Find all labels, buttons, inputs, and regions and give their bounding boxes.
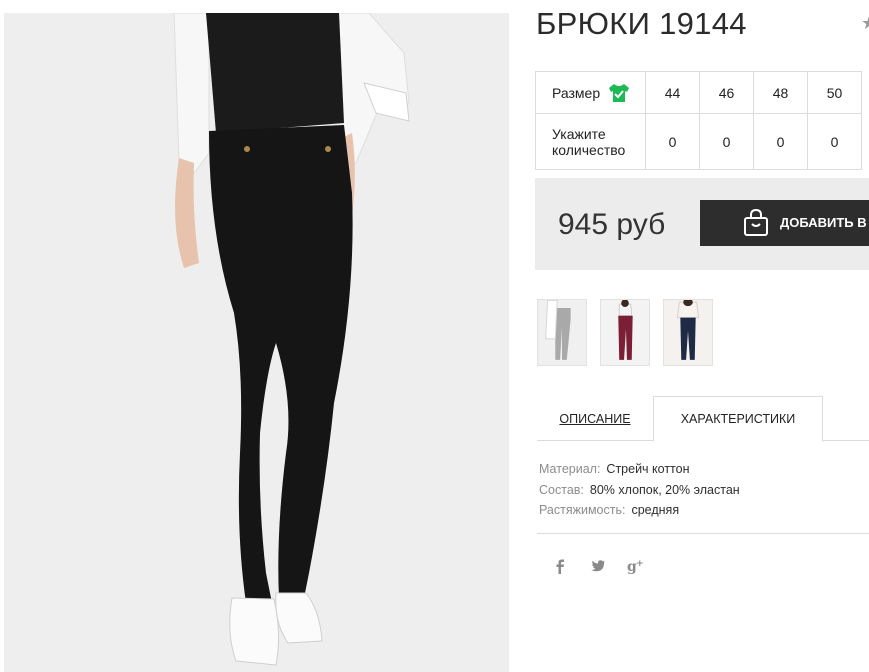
spec-key: Состав:	[539, 482, 584, 497]
thumb-burgundy-pants[interactable]	[600, 299, 650, 366]
size-option-50[interactable]: 50	[807, 71, 862, 114]
green-shirt-check-icon[interactable]	[608, 83, 630, 103]
spec-key: Материал:	[539, 462, 601, 476]
price: 945 руб	[558, 208, 666, 241]
size-label: Размер	[552, 84, 601, 101]
thumb-navy-pants[interactable]	[663, 299, 713, 366]
add-to-cart-label: ДОБАВИТЬ В З	[780, 215, 869, 230]
burgundy-pants-image	[601, 300, 649, 365]
color-variant-thumbnails	[537, 299, 713, 366]
spec-value: 80% хлопок, 20% эластан	[589, 482, 740, 497]
grey-pants-image	[538, 300, 586, 365]
model-in-black-pants-image	[4, 13, 509, 672]
shopping-bag-icon	[744, 209, 768, 236]
tab-description[interactable]: ОПИСАНИЕ	[537, 396, 653, 441]
spec-material: Материал: Стрейч коттон	[539, 459, 740, 480]
spec-stretch: Растяжимость: средняя	[539, 500, 740, 521]
quantity-row: Укажите количество 0 0 0 0	[535, 113, 862, 170]
navy-pants-image	[664, 300, 712, 365]
quantity-input-50[interactable]: 0	[807, 113, 862, 170]
quantity-input-48[interactable]: 0	[753, 113, 808, 170]
quantity-header-cell: Укажите количество	[535, 113, 646, 170]
size-option-48[interactable]: 48	[753, 71, 808, 114]
quantity-input-44[interactable]: 0	[645, 113, 700, 170]
svg-text:+: +	[636, 559, 644, 569]
tab-characteristics[interactable]: ХАРАКТЕРИСТИКИ	[653, 396, 823, 442]
twitter-icon[interactable]	[589, 557, 607, 575]
spec-composition: Состав: 80% хлопок, 20% эластан	[539, 480, 740, 501]
quantity-input-46[interactable]: 0	[699, 113, 754, 170]
size-option-44[interactable]: 44	[645, 71, 700, 114]
size-row: Размер 44 46 48 50	[535, 71, 862, 114]
size-header-cell: Размер	[535, 71, 646, 114]
facebook-icon[interactable]	[551, 557, 569, 575]
quantity-label: Укажите количество	[552, 125, 626, 158]
product-main-image[interactable]	[4, 13, 509, 672]
star-icon[interactable]: ★	[861, 14, 869, 32]
spec-value: средняя	[631, 503, 680, 517]
size-option-46[interactable]: 46	[699, 71, 754, 114]
add-to-cart-button[interactable]: ДОБАВИТЬ В З	[700, 200, 869, 246]
thumb-grey-pants[interactable]	[537, 299, 587, 366]
size-quantity-table: Размер 44 46 48 50 Укажите количество 0 …	[535, 71, 862, 170]
spec-value: Стрейч коттон	[606, 462, 690, 476]
divider	[537, 533, 869, 534]
social-share: g +	[551, 557, 645, 575]
product-tabs: ОПИСАНИЕ ХАРАКТЕРИСТИКИ	[537, 396, 869, 442]
spec-key: Растяжимость:	[539, 503, 626, 517]
buy-panel: 945 руб ДОБАВИТЬ В З	[535, 178, 869, 270]
characteristics-list: Материал: Стрейч коттон Состав: 80% хлопок…	[539, 459, 740, 521]
product-title: БРЮКИ 19144	[536, 6, 747, 41]
google-plus-icon[interactable]: g +	[627, 557, 645, 575]
